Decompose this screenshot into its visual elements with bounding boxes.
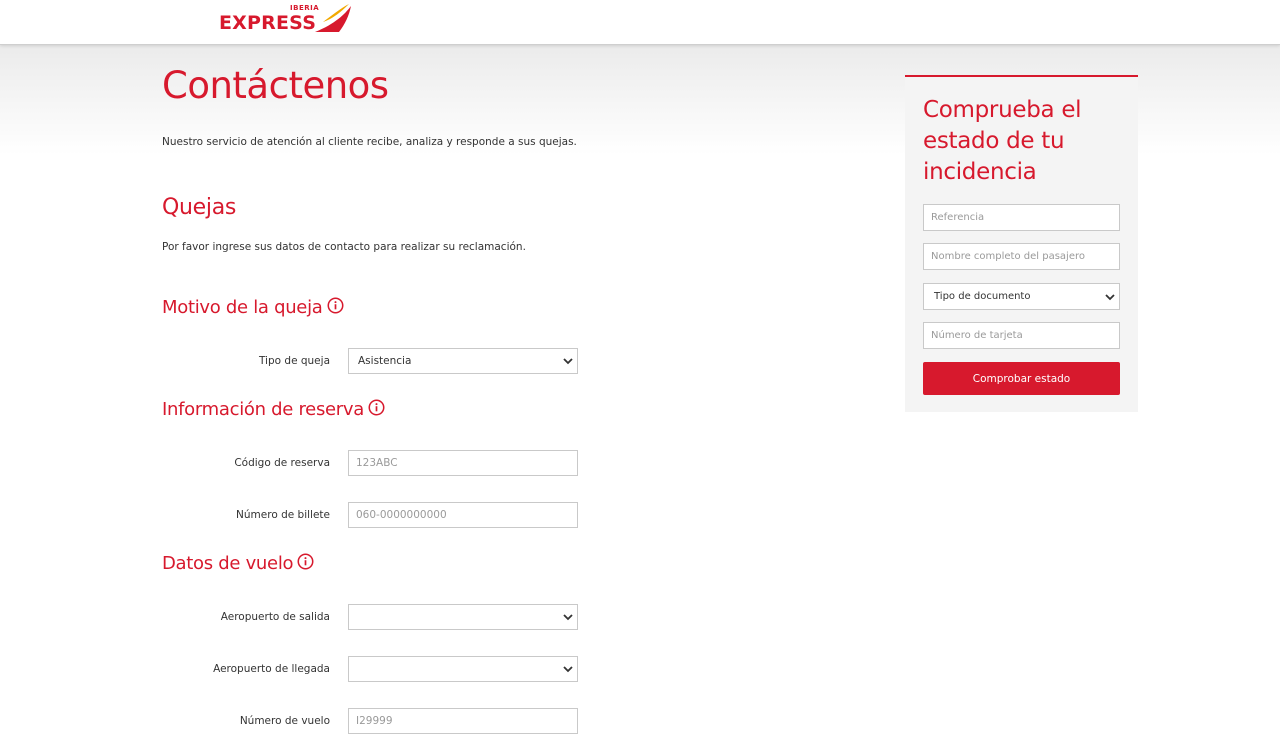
booking-code-input[interactable]: 123ABC	[348, 450, 578, 476]
document-type-value: Tipo de documento	[934, 291, 1031, 302]
ticket-number-input[interactable]: 060-0000000000	[348, 502, 578, 528]
reference-input[interactable]: Referencia	[923, 204, 1120, 231]
info-icon[interactable]	[368, 399, 385, 416]
document-type-select[interactable]: Tipo de documento	[923, 283, 1120, 310]
booking-title-text: Información de reserva	[162, 399, 364, 420]
status-check-panel: Comprueba el estado de tu incidencia Ref…	[905, 75, 1138, 412]
complaint-type-value: Asistencia	[358, 355, 412, 367]
chevron-down-icon	[563, 614, 573, 621]
site-header: IBERIA EXPRESS	[0, 0, 1280, 45]
ticket-number-label: Número de billete	[236, 509, 330, 521]
chevron-down-icon	[1105, 293, 1115, 300]
card-number-input[interactable]: Número de tarjeta	[923, 322, 1120, 349]
chevron-down-icon	[563, 358, 573, 365]
logo-wing-icon	[315, 4, 351, 32]
info-icon[interactable]	[297, 553, 314, 570]
passenger-name-input[interactable]: Nombre completo del pasajero	[923, 243, 1120, 270]
reason-title-text: Motivo de la queja	[162, 297, 323, 318]
booking-code-label: Código de reserva	[234, 457, 330, 469]
arrival-airport-label: Aeropuerto de llegada	[213, 663, 330, 675]
iberia-express-logo[interactable]: IBERIA EXPRESS	[219, 2, 354, 34]
complaints-title: Quejas	[162, 195, 237, 220]
page-title: Contáctenos	[162, 64, 389, 107]
complaints-description: Por favor ingrese sus datos de contacto …	[162, 241, 526, 253]
logo-main-text: EXPRESS	[219, 12, 317, 34]
flight-number-input[interactable]: I29999	[348, 708, 578, 734]
reason-section-title: Motivo de la queja	[162, 297, 344, 318]
flight-section-title: Datos de vuelo	[162, 553, 314, 574]
booking-section-title: Información de reserva	[162, 399, 385, 420]
intro-text: Nuestro servicio de atención al cliente …	[162, 136, 577, 148]
arrival-airport-select[interactable]	[348, 656, 578, 682]
chevron-down-icon	[563, 666, 573, 673]
departure-airport-select[interactable]	[348, 604, 578, 630]
departure-airport-label: Aeropuerto de salida	[220, 611, 330, 623]
check-status-button[interactable]: Comprobar estado	[923, 362, 1120, 395]
complaint-type-label: Tipo de queja	[258, 355, 330, 367]
flight-number-label: Número de vuelo	[239, 715, 330, 727]
info-icon[interactable]	[327, 297, 344, 314]
status-check-title: Comprueba el estado de tu incidencia	[923, 97, 1082, 185]
complaint-type-select[interactable]: Asistencia	[348, 348, 578, 374]
flight-title-text: Datos de vuelo	[162, 553, 294, 574]
